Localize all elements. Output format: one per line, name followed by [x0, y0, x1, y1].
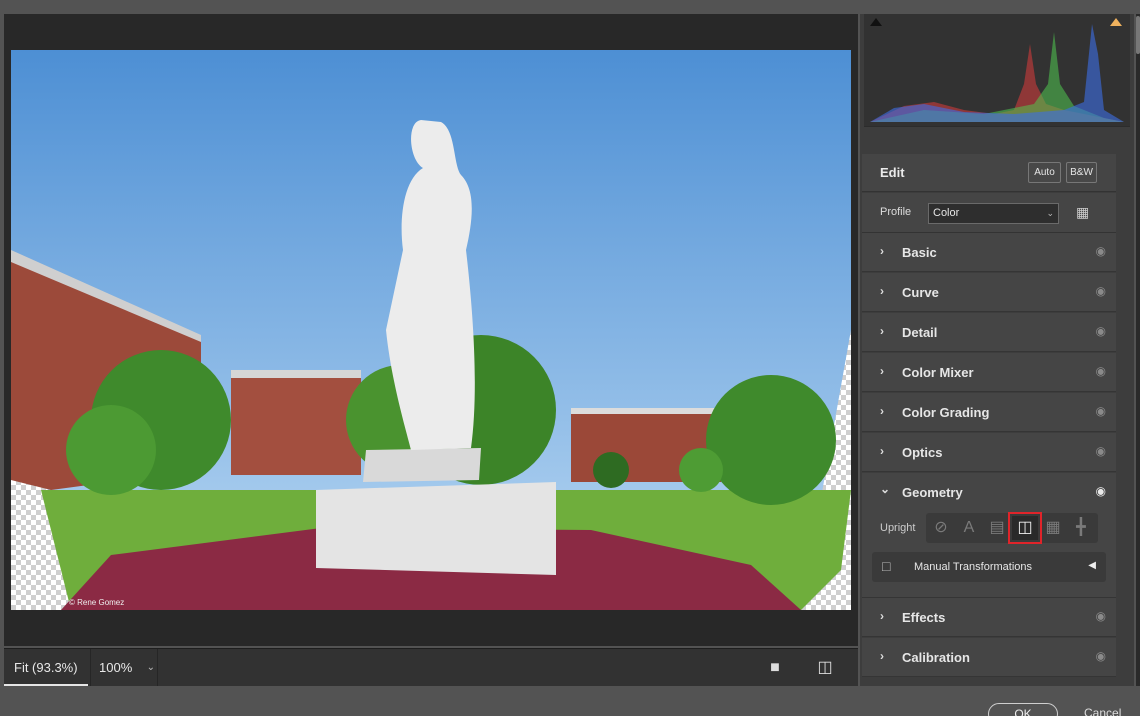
- upright-off-icon[interactable]: ⊘: [928, 516, 954, 540]
- panel-scrollbar[interactable]: [1136, 14, 1140, 686]
- toggle-view-icon[interactable]: ■: [766, 659, 784, 677]
- eye-icon[interactable]: ◉: [1096, 609, 1106, 623]
- ok-button[interactable]: OK: [988, 703, 1058, 716]
- panel-scrollbar-thumb[interactable]: [1136, 16, 1140, 54]
- profile-row: Profile Color ⌄ ▦: [862, 193, 1116, 233]
- section-label: Effects: [902, 610, 946, 625]
- dialog-footer: OK Cancel: [0, 686, 1140, 716]
- section-label: Basic: [902, 245, 937, 260]
- geometry-panel: Upright ⊘ A ▤ ◫ ▦ ╋ □ Manual Transformat…: [862, 510, 1116, 598]
- section-label: Color Mixer: [902, 365, 974, 380]
- profile-value: Color: [933, 207, 960, 219]
- upright-level-icon[interactable]: ▤: [984, 516, 1010, 540]
- upright-label: Upright: [880, 522, 916, 534]
- section-color-mixer[interactable]: › Color Mixer ◉: [862, 353, 1116, 392]
- section-label: Detail: [902, 325, 938, 340]
- transform-icon: □: [882, 558, 891, 574]
- zoom-level-value: 100%: [99, 660, 133, 675]
- chevron-right-icon: ›: [880, 244, 884, 258]
- bw-button[interactable]: B&W: [1066, 162, 1097, 183]
- eye-icon[interactable]: ◉: [1096, 284, 1106, 298]
- eye-icon[interactable]: ◉: [1096, 649, 1106, 663]
- edit-title: Edit: [880, 165, 905, 180]
- chevron-down-icon: ⌄: [880, 482, 891, 496]
- before-after-icon[interactable]: ◫: [816, 659, 834, 677]
- eye-icon[interactable]: ◉: [1096, 444, 1106, 458]
- profile-browser-icon[interactable]: ▦: [1076, 204, 1089, 221]
- section-detail[interactable]: › Detail ◉: [862, 313, 1116, 352]
- section-color-grading[interactable]: › Color Grading ◉: [862, 393, 1116, 432]
- section-geometry[interactable]: ⌄ Geometry ◉: [862, 473, 1116, 510]
- chevron-down-icon: ⌄: [146, 662, 155, 673]
- shadow-clipping-icon[interactable]: [870, 18, 882, 26]
- chevron-right-icon: ›: [880, 444, 884, 458]
- photo-scene: [11, 50, 851, 610]
- section-optics[interactable]: › Optics ◉: [862, 433, 1116, 472]
- section-label: Optics: [902, 445, 943, 460]
- eye-icon[interactable]: ◉: [1096, 404, 1106, 418]
- upright-full-icon[interactable]: ▦: [1040, 516, 1066, 540]
- section-label: Geometry: [902, 485, 963, 500]
- auto-button[interactable]: Auto: [1028, 162, 1061, 183]
- histogram-graph: [870, 24, 1124, 122]
- chevron-right-icon: ›: [880, 404, 884, 418]
- manual-transformations-label: Manual Transformations: [914, 561, 1032, 573]
- eye-icon[interactable]: ◉: [1096, 484, 1106, 498]
- histogram-footer: [864, 126, 1130, 150]
- section-calibration[interactable]: › Calibration ◉: [862, 638, 1116, 677]
- chevron-down-icon: ⌄: [1046, 208, 1054, 218]
- edit-header: Edit Auto B&W: [862, 154, 1116, 192]
- chevron-right-icon: ›: [880, 324, 884, 338]
- image-canvas[interactable]: © Rene Gomez: [4, 14, 858, 646]
- photo-watermark: © Rene Gomez: [69, 598, 125, 607]
- section-effects[interactable]: › Effects ◉: [862, 598, 1116, 637]
- section-label: Curve: [902, 285, 939, 300]
- highlight-clipping-icon[interactable]: [1110, 18, 1122, 26]
- section-curve[interactable]: › Curve ◉: [862, 273, 1116, 312]
- profile-label: Profile: [880, 206, 912, 218]
- manual-transformations-toggle[interactable]: □ Manual Transformations ◀: [872, 552, 1106, 582]
- chevron-right-icon: ›: [880, 364, 884, 378]
- zoom-level-select[interactable]: 100% ⌄: [90, 649, 158, 686]
- canvas-toolbar: Fit (93.3%) 100% ⌄ ■ ◫: [4, 648, 858, 686]
- chevron-right-icon: ›: [880, 649, 884, 663]
- caret-left-icon: ◀: [1088, 560, 1096, 571]
- profile-select[interactable]: Color ⌄: [928, 203, 1059, 224]
- fit-zoom-button[interactable]: Fit (93.3%): [4, 649, 88, 686]
- eye-icon[interactable]: ◉: [1096, 244, 1106, 258]
- upright-modes: ⊘ A ▤ ◫ ▦ ╋: [926, 512, 1098, 544]
- eye-icon[interactable]: ◉: [1096, 324, 1106, 338]
- photo-preview: © Rene Gomez: [11, 50, 851, 610]
- upright-guided-icon[interactable]: ╋: [1068, 516, 1094, 540]
- section-basic[interactable]: › Basic ◉: [862, 233, 1116, 272]
- camera-raw-window: © Rene Gomez Fit (93.3%) 100% ⌄ ■ ◫ Edit…: [0, 0, 1140, 716]
- section-label: Color Grading: [902, 405, 990, 420]
- upright-auto-icon[interactable]: A: [956, 516, 982, 540]
- histogram: [864, 14, 1130, 126]
- eye-icon[interactable]: ◉: [1096, 364, 1106, 378]
- right-panel: Edit Auto B&W Profile Color ⌄ ▦ › Basic …: [860, 14, 1134, 686]
- upright-vertical-icon[interactable]: ◫: [1008, 512, 1042, 544]
- chevron-right-icon: ›: [880, 609, 884, 623]
- chevron-right-icon: ›: [880, 284, 884, 298]
- section-label: Calibration: [902, 650, 970, 665]
- cancel-button[interactable]: Cancel: [1084, 706, 1121, 716]
